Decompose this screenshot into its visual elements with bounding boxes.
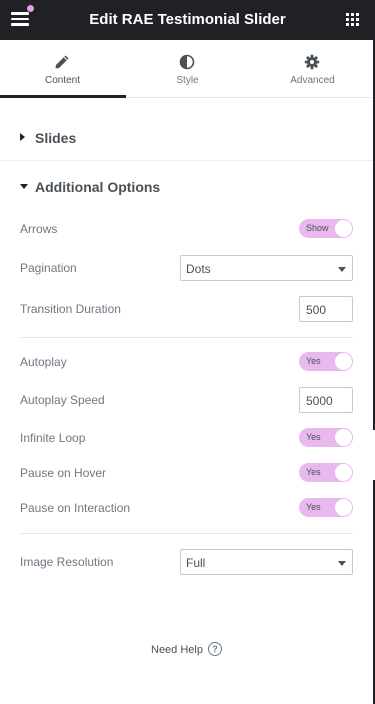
pause-on-hover-toggle-text: Yes bbox=[306, 467, 321, 477]
pagination-select[interactable]: Dots bbox=[180, 255, 353, 281]
tab-content-label: Content bbox=[44, 75, 81, 86]
section-divider bbox=[0, 160, 375, 161]
toggle-knob bbox=[335, 353, 352, 370]
panel-title: Edit RAE Testimonial Slider bbox=[89, 11, 286, 28]
tab-content[interactable]: Content bbox=[0, 40, 126, 98]
arrows-toggle[interactable]: Show bbox=[299, 219, 353, 238]
pagination-select-value: Dots bbox=[186, 262, 211, 276]
transition-duration-input[interactable]: 500 bbox=[299, 296, 353, 322]
infinite-loop-label: Infinite Loop bbox=[20, 431, 86, 445]
pause-on-interaction-toggle[interactable]: Yes bbox=[299, 498, 353, 517]
autoplay-toggle[interactable]: Yes bbox=[299, 352, 353, 371]
widgets-grid-icon[interactable] bbox=[346, 13, 359, 26]
pause-on-hover-toggle[interactable]: Yes bbox=[299, 463, 353, 482]
need-help-link[interactable]: Need Help bbox=[151, 644, 203, 656]
toggle-knob bbox=[335, 429, 352, 446]
caret-down-icon bbox=[20, 184, 28, 189]
options-divider bbox=[20, 337, 353, 338]
image-resolution-label: Image Resolution bbox=[20, 555, 114, 569]
arrows-label: Arrows bbox=[20, 222, 58, 236]
panel-tabs: Content Style Advanced bbox=[0, 40, 375, 98]
gear-icon bbox=[304, 54, 320, 70]
autoplay-speed-value: 5000 bbox=[306, 394, 333, 408]
pause-on-interaction-toggle-text: Yes bbox=[306, 502, 321, 512]
infinite-loop-toggle[interactable]: Yes bbox=[299, 428, 353, 447]
tab-style[interactable]: Style bbox=[125, 40, 250, 97]
autoplay-toggle-text: Yes bbox=[306, 356, 321, 366]
toggle-knob bbox=[335, 220, 352, 237]
arrows-toggle-text: Show bbox=[306, 223, 329, 233]
autoplay-speed-label: Autoplay Speed bbox=[20, 393, 105, 407]
toggle-knob bbox=[335, 499, 352, 516]
autoplay-speed-input[interactable]: 5000 bbox=[299, 387, 353, 413]
infinite-loop-toggle-text: Yes bbox=[306, 432, 321, 442]
pagination-label: Pagination bbox=[20, 261, 77, 275]
tab-advanced[interactable]: Advanced bbox=[250, 40, 375, 97]
tab-advanced-label: Advanced bbox=[290, 75, 335, 86]
autoplay-label: Autoplay bbox=[20, 355, 67, 369]
options-divider bbox=[20, 533, 353, 534]
toggle-knob bbox=[335, 464, 352, 481]
contrast-icon bbox=[179, 54, 195, 70]
section-slides-heading[interactable]: Slides bbox=[35, 130, 76, 146]
pause-on-hover-label: Pause on Hover bbox=[20, 466, 107, 480]
image-resolution-select[interactable]: Full bbox=[180, 549, 353, 575]
question-circle-icon[interactable]: ? bbox=[208, 642, 222, 656]
section-additional-options-heading[interactable]: Additional Options bbox=[35, 179, 160, 195]
chevron-down-icon bbox=[338, 267, 346, 272]
caret-right-icon bbox=[20, 133, 25, 141]
pause-on-interaction-label: Pause on Interaction bbox=[20, 501, 131, 515]
pencil-icon bbox=[55, 55, 69, 69]
chevron-down-icon bbox=[338, 561, 346, 566]
header-bar: Edit RAE Testimonial Slider bbox=[0, 0, 375, 40]
transition-duration-value: 500 bbox=[306, 303, 327, 317]
tab-style-label: Style bbox=[176, 75, 199, 86]
image-resolution-select-value: Full bbox=[186, 556, 206, 570]
transition-duration-label: Transition Duration bbox=[20, 302, 121, 316]
